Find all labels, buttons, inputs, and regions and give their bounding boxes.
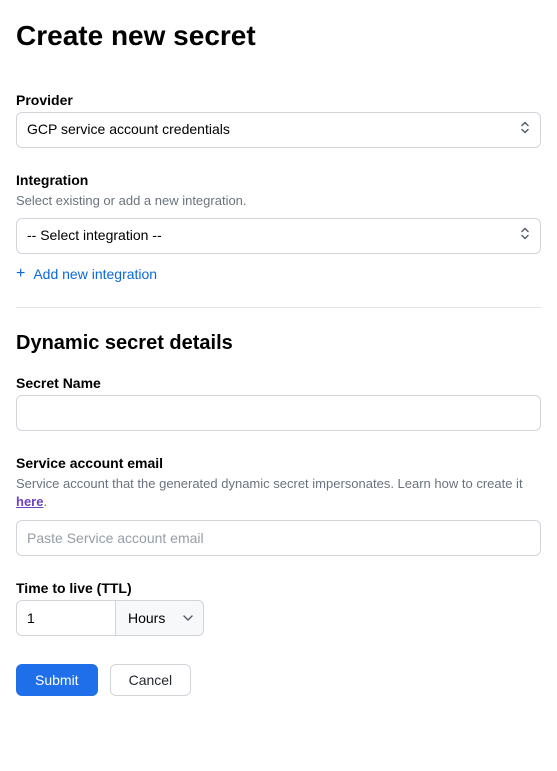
ttl-value-input[interactable] [16,600,116,636]
details-heading: Dynamic secret details [16,332,541,355]
service-account-field: Service account email Service account th… [16,455,541,555]
integration-label: Integration [16,172,541,188]
add-integration-link[interactable]: + Add new integration [16,266,157,282]
provider-select[interactable]: GCP service account credentials [16,112,541,148]
here-link[interactable]: here [16,494,43,509]
integration-help: Select existing or add a new integration… [16,192,541,210]
plus-icon: + [16,266,25,282]
provider-field: Provider GCP service account credentials [16,92,541,148]
secret-name-label: Secret Name [16,375,541,391]
ttl-label: Time to live (TTL) [16,580,541,596]
submit-button[interactable]: Submit [16,664,98,696]
service-account-label: Service account email [16,455,541,471]
integration-select[interactable]: -- Select integration -- [16,218,541,254]
page-title: Create new secret [16,20,541,52]
cancel-button[interactable]: Cancel [110,664,192,696]
provider-label: Provider [16,92,541,108]
ttl-field: Time to live (TTL) Hours [16,580,541,636]
service-account-input[interactable] [16,520,541,556]
divider [16,307,541,308]
secret-name-field: Secret Name [16,375,541,431]
service-account-help: Service account that the generated dynam… [16,475,541,511]
action-row: Submit Cancel [16,664,541,696]
add-integration-label: Add new integration [33,266,157,282]
secret-name-input[interactable] [16,395,541,431]
integration-field: Integration Select existing or add a new… [16,172,541,283]
ttl-unit-select[interactable]: Hours [116,600,204,636]
